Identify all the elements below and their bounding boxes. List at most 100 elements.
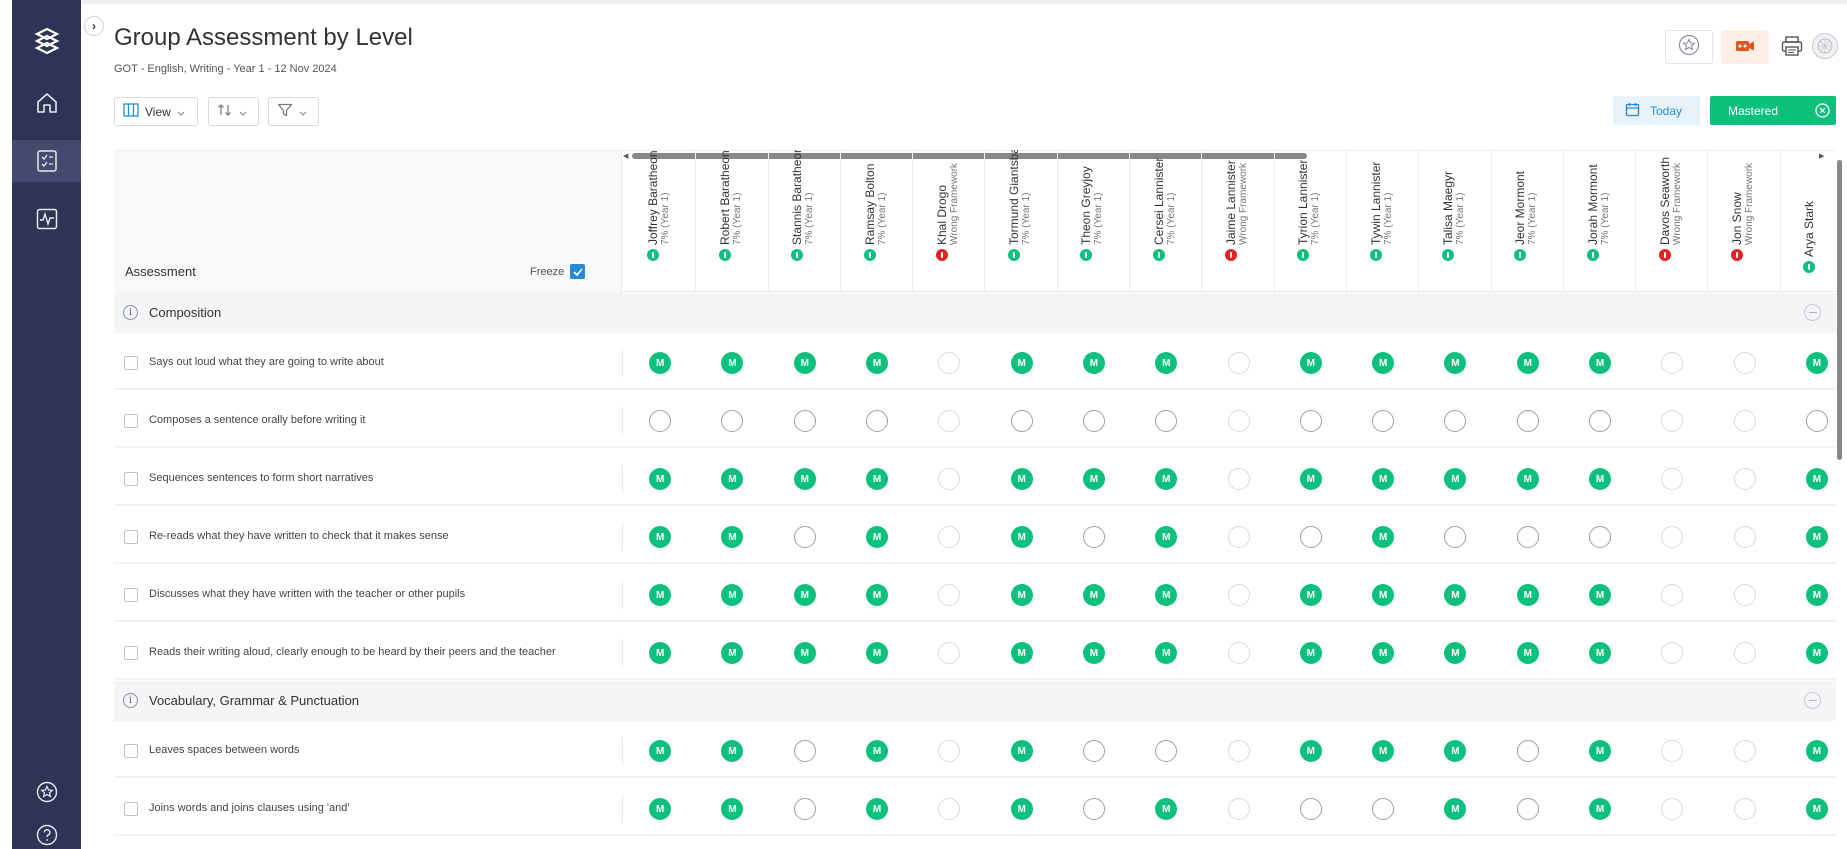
assessment-cell[interactable] [793, 410, 816, 432]
mastered-mark[interactable]: M [1372, 642, 1395, 664]
mastered-mark[interactable]: M [1805, 740, 1828, 762]
mastered-mark[interactable]: M [1299, 584, 1322, 606]
assessment-cell[interactable] [1661, 352, 1684, 374]
assessment-cell[interactable] [1733, 468, 1756, 490]
mastered-mark[interactable]: M [1010, 526, 1033, 548]
assessment-cell[interactable] [1661, 584, 1684, 606]
objective-checkbox[interactable] [124, 744, 138, 758]
student-column-header[interactable]: Jorah Mormont 7% (Year 1) [1564, 151, 1637, 293]
mastered-mark[interactable]: M [1010, 798, 1033, 820]
analytics-icon[interactable] [12, 198, 81, 240]
mastered-mark[interactable]: M [1082, 584, 1105, 606]
home-icon[interactable] [12, 82, 81, 124]
assessment-cell[interactable] [1082, 526, 1105, 548]
assessment-cell[interactable] [1516, 798, 1539, 820]
assessment-cell[interactable] [1733, 526, 1756, 548]
assessment-cell[interactable] [938, 468, 961, 490]
mastered-mark[interactable]: M [649, 740, 672, 762]
mastered-mark[interactable]: M [721, 642, 744, 664]
assessment-cell[interactable] [1661, 642, 1684, 664]
student-column-header[interactable]: Tyrion Lannister 7% (Year 1) [1275, 151, 1347, 293]
mastered-mark[interactable]: M [1589, 468, 1612, 490]
assessment-cell[interactable] [938, 526, 961, 548]
mastered-mark[interactable]: M [866, 352, 889, 374]
mastered-mark[interactable]: M [1155, 798, 1178, 820]
mastered-mark[interactable]: M [1372, 352, 1395, 374]
close-circle-icon[interactable] [1815, 103, 1830, 121]
assessment-cell[interactable] [1444, 526, 1467, 548]
mastered-mark[interactable]: M [866, 526, 889, 548]
assessment-cell[interactable] [938, 740, 961, 762]
info-icon[interactable]: i [123, 305, 138, 320]
section-header[interactable]: i Vocabulary, Grammar & Punctuation [114, 681, 1836, 721]
mastered-mark[interactable]: M [1805, 526, 1828, 548]
student-column-header[interactable]: Jeor Mormont 7% (Year 1) [1492, 151, 1564, 293]
assessment-cell[interactable] [1661, 468, 1684, 490]
assessment-cell[interactable] [1733, 642, 1756, 664]
mastered-mark[interactable]: M [721, 352, 744, 374]
logo-icon[interactable] [12, 20, 81, 62]
assessment-cell[interactable] [1155, 410, 1178, 432]
assessment-cell[interactable] [1155, 740, 1178, 762]
assessment-cell[interactable] [1516, 410, 1539, 432]
mastered-mark[interactable]: M [1589, 352, 1612, 374]
mastered-mark[interactable]: M [1155, 526, 1178, 548]
objective-checkbox[interactable] [124, 802, 138, 816]
objective-checkbox[interactable] [124, 588, 138, 602]
filter-button[interactable] [268, 97, 319, 126]
mastered-mark[interactable]: M [866, 740, 889, 762]
assessment-cell[interactable] [793, 526, 816, 548]
student-column-header[interactable]: Joffrey Baratheon 7% (Year 1) [624, 150, 697, 293]
objective-checkbox[interactable] [124, 472, 138, 486]
objective-checkbox[interactable] [124, 646, 138, 660]
assessment-cell[interactable] [1661, 410, 1684, 432]
assessment-cell[interactable] [938, 642, 961, 664]
assessment-cell[interactable] [793, 740, 816, 762]
student-column-header[interactable]: Theon Greyjoy 7% (Year 1) [1058, 151, 1131, 293]
assessment-cell[interactable] [1082, 410, 1105, 432]
assessment-cell[interactable] [1227, 798, 1250, 820]
assessment-cell[interactable] [1733, 410, 1756, 432]
assessment-cell[interactable] [1589, 526, 1612, 548]
mastered-mark[interactable]: M [1082, 468, 1105, 490]
help-icon[interactable] [12, 814, 81, 849]
mastered-mark[interactable]: M [793, 642, 816, 664]
assessment-cell[interactable] [1227, 642, 1250, 664]
mastered-mark[interactable]: M [1444, 740, 1467, 762]
mastered-mark[interactable]: M [1516, 468, 1539, 490]
mastered-mark[interactable]: M [649, 526, 672, 548]
assessment-cell[interactable] [721, 410, 744, 432]
student-column-header[interactable]: Talisa Maegyr 7% (Year 1) [1419, 151, 1492, 293]
mastered-mark[interactable]: M [1010, 642, 1033, 664]
assessment-cell[interactable] [1299, 410, 1322, 432]
sort-button[interactable] [208, 97, 259, 126]
assessment-cell[interactable] [1299, 798, 1322, 820]
mastered-mark[interactable]: M [721, 740, 744, 762]
assessment-cell[interactable] [1227, 584, 1250, 606]
assessment-cell[interactable] [1733, 740, 1756, 762]
mastered-mark[interactable]: M [1516, 642, 1539, 664]
mastered-mark[interactable]: M [1805, 468, 1828, 490]
student-column-header[interactable]: Khal Drogo Wrong Framework [913, 151, 986, 293]
mastered-mark[interactable]: M [1372, 526, 1395, 548]
collapse-icon[interactable] [1804, 692, 1821, 709]
mastered-mark[interactable]: M [649, 468, 672, 490]
assessment-cell[interactable] [1010, 410, 1033, 432]
assessment-cell[interactable] [1299, 526, 1322, 548]
objective-checkbox[interactable] [124, 414, 138, 428]
mastered-mark[interactable]: M [649, 642, 672, 664]
mastered-mark[interactable]: M [1082, 642, 1105, 664]
mastered-mark[interactable]: M [1589, 642, 1612, 664]
sidebar-expand-button[interactable]: › [84, 16, 104, 36]
mastered-mark[interactable]: M [793, 584, 816, 606]
mastered-mark[interactable]: M [721, 584, 744, 606]
mastered-mark[interactable]: M [1805, 352, 1828, 374]
assessment-cell[interactable] [1589, 410, 1612, 432]
mastered-mark[interactable]: M [866, 584, 889, 606]
mastered-mark[interactable]: M [1299, 740, 1322, 762]
student-column-header[interactable]: Cersei Lannister 7% (Year 1) [1130, 151, 1203, 293]
mastered-mark[interactable]: M [866, 798, 889, 820]
assessment-cell[interactable] [866, 410, 889, 432]
mastered-mark[interactable]: M [721, 526, 744, 548]
mastered-mark[interactable]: M [1516, 352, 1539, 374]
